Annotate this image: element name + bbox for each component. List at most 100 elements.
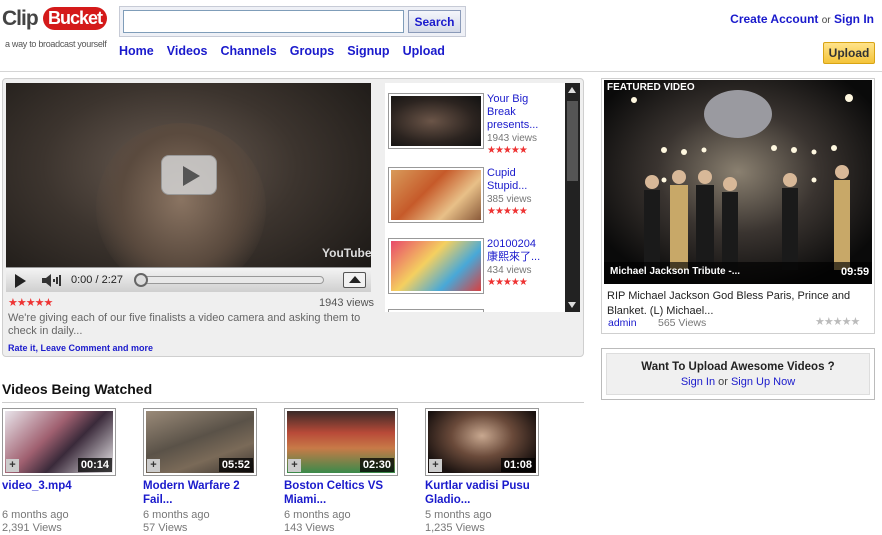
related-thumbnail[interactable] bbox=[388, 238, 484, 294]
featured-duration: 09:59 bbox=[841, 266, 870, 278]
rating-stars[interactable]: ★★★★★ bbox=[8, 296, 53, 309]
header-divider bbox=[0, 71, 882, 72]
logo-clip-text: Clip bbox=[2, 7, 39, 30]
section-title: Videos Being Watched bbox=[2, 381, 153, 397]
related-item[interactable]: Your Big Break presents... 1943 views ★★… bbox=[388, 83, 565, 156]
related-stars: ★★★★★ bbox=[487, 206, 528, 217]
video-age: 6 months ago bbox=[143, 509, 210, 521]
video-age: 5 months ago bbox=[425, 509, 492, 521]
related-thumbnail[interactable] bbox=[388, 309, 484, 312]
add-to-playlist-icon[interactable]: + bbox=[147, 459, 160, 472]
video-card[interactable]: + 05:52 Modern Warfare 2 Fail... 6 month… bbox=[143, 408, 268, 535]
related-title[interactable]: Your Big Break presents... bbox=[487, 93, 547, 132]
related-title[interactable]: 20100204 康熙來了... bbox=[487, 238, 547, 264]
scrollbar-thumb[interactable] bbox=[567, 101, 578, 181]
add-to-playlist-icon[interactable]: + bbox=[288, 459, 301, 472]
video-duration: 00:14 bbox=[77, 458, 112, 472]
big-play-button[interactable] bbox=[161, 155, 217, 195]
nav-upload[interactable]: Upload bbox=[403, 44, 445, 58]
site-logo[interactable]: Clip Bucket a way to broadcast yourself bbox=[2, 7, 114, 51]
play-icon[interactable] bbox=[15, 274, 26, 288]
related-stars: ★★★★★ bbox=[487, 145, 528, 156]
video-description: We're giving each of our five finalists … bbox=[8, 312, 361, 337]
video-thumbnail[interactable]: + 05:52 bbox=[143, 408, 257, 476]
view-count: 1943 views bbox=[319, 297, 375, 309]
featured-views: 565 Views bbox=[658, 317, 707, 329]
account-or-text: or bbox=[821, 15, 831, 26]
create-account-link[interactable]: Create Account bbox=[730, 12, 818, 26]
video-card[interactable]: + 01:08 Kurtlar vadisi Pusu Gladio... 5 … bbox=[425, 408, 550, 535]
related-thumbnail[interactable] bbox=[388, 167, 484, 223]
logo-tagline: a way to broadcast yourself bbox=[5, 39, 107, 49]
related-thumbnail[interactable] bbox=[388, 93, 484, 149]
upload-promo-links: Sign In or Sign Up Now bbox=[606, 376, 870, 388]
search-bar: Search bbox=[119, 6, 466, 37]
section-divider bbox=[2, 402, 584, 403]
video-title[interactable]: Kurtlar vadisi Pusu Gladio... bbox=[425, 479, 550, 507]
video-title[interactable]: Boston Celtics VS Miami... bbox=[284, 479, 409, 507]
nav-videos[interactable]: Videos bbox=[167, 44, 208, 58]
account-links: Create Account or Sign In bbox=[730, 12, 874, 26]
related-scrollbar[interactable] bbox=[565, 83, 580, 312]
featured-rating-stars: ★★★★★ bbox=[815, 316, 860, 328]
scroll-down-icon[interactable] bbox=[568, 302, 576, 308]
fullscreen-button[interactable] bbox=[343, 272, 366, 288]
video-duration: 02:30 bbox=[359, 458, 394, 472]
video-duration: 05:52 bbox=[218, 458, 253, 472]
featured-caption-title[interactable]: Michael Jackson Tribute -... bbox=[610, 266, 740, 277]
logo-bucket-text: Bucket bbox=[43, 7, 108, 30]
video-age: 6 months ago bbox=[2, 509, 69, 521]
eject-icon bbox=[349, 276, 361, 283]
related-videos-list: Your Big Break presents... 1943 views ★★… bbox=[385, 83, 565, 312]
promo-or-text: or bbox=[718, 376, 728, 388]
video-title[interactable]: video_3.mp4 bbox=[2, 479, 127, 507]
video-thumbnail[interactable]: + 00:14 bbox=[2, 408, 116, 476]
nav-channels[interactable]: Channels bbox=[221, 44, 277, 58]
video-views: 143 Views bbox=[284, 522, 335, 534]
video-duration: 01:08 bbox=[500, 458, 535, 472]
video-views: 2,391 Views bbox=[2, 522, 62, 534]
upload-button[interactable]: Upload bbox=[823, 42, 875, 64]
seek-handle[interactable] bbox=[134, 273, 148, 287]
upload-promo-question: Want To Upload Awesome Videos ? bbox=[641, 361, 835, 373]
promo-sign-in-link[interactable]: Sign In bbox=[681, 376, 715, 388]
time-display: 0:00 / 2:27 bbox=[71, 274, 123, 286]
video-card[interactable]: + 02:30 Boston Celtics VS Miami... 6 mon… bbox=[284, 408, 409, 535]
video-age: 6 months ago bbox=[284, 509, 351, 521]
featured-user-link[interactable]: admin bbox=[608, 317, 637, 329]
search-button[interactable]: Search bbox=[408, 10, 461, 33]
related-item[interactable] bbox=[388, 299, 565, 312]
add-to-playlist-icon[interactable]: + bbox=[6, 459, 19, 472]
featured-label: FEATURED VIDEO bbox=[607, 82, 695, 93]
rate-comment-link[interactable]: Rate it, Leave Comment and more bbox=[8, 343, 153, 353]
add-to-playlist-icon[interactable]: + bbox=[429, 459, 442, 472]
scroll-up-icon[interactable] bbox=[568, 87, 576, 93]
video-thumbnail[interactable]: + 02:30 bbox=[284, 408, 398, 476]
main-nav: Home Videos Channels Groups Signup Uploa… bbox=[119, 44, 458, 58]
volume-icon[interactable] bbox=[42, 274, 64, 287]
related-views: 434 views bbox=[487, 265, 532, 276]
upload-promo-inner bbox=[606, 353, 870, 395]
play-icon bbox=[183, 166, 200, 186]
seek-bar[interactable] bbox=[136, 276, 324, 284]
youtube-watermark: YouTube bbox=[322, 246, 372, 260]
video-views: 57 Views bbox=[143, 522, 188, 534]
nav-groups[interactable]: Groups bbox=[290, 44, 334, 58]
video-views: 1,235 Views bbox=[425, 522, 485, 534]
stage-image bbox=[604, 80, 872, 284]
search-input[interactable] bbox=[123, 10, 404, 33]
related-views: 385 views bbox=[487, 194, 532, 205]
nav-signup[interactable]: Signup bbox=[347, 44, 389, 58]
sign-in-link[interactable]: Sign In bbox=[834, 12, 874, 26]
promo-sign-up-link[interactable]: Sign Up Now bbox=[731, 376, 795, 388]
featured-video-thumbnail[interactable] bbox=[604, 80, 872, 284]
related-item[interactable]: Cupid Stupid... 385 views ★★★★★ bbox=[388, 157, 565, 223]
video-card[interactable]: + 00:14 video_3.mp4 6 months ago 2,391 V… bbox=[2, 408, 127, 535]
nav-home[interactable]: Home bbox=[119, 44, 154, 58]
video-thumbnail[interactable]: + 01:08 bbox=[425, 408, 539, 476]
related-title[interactable]: Cupid Stupid... bbox=[487, 167, 547, 193]
video-title[interactable]: Modern Warfare 2 Fail... bbox=[143, 479, 268, 507]
player-controls: 0:00 / 2:27 bbox=[6, 267, 371, 292]
related-views: 1943 views bbox=[487, 133, 538, 144]
related-item[interactable]: 20100204 康熙來了... 434 views ★★★★★ bbox=[388, 228, 565, 294]
